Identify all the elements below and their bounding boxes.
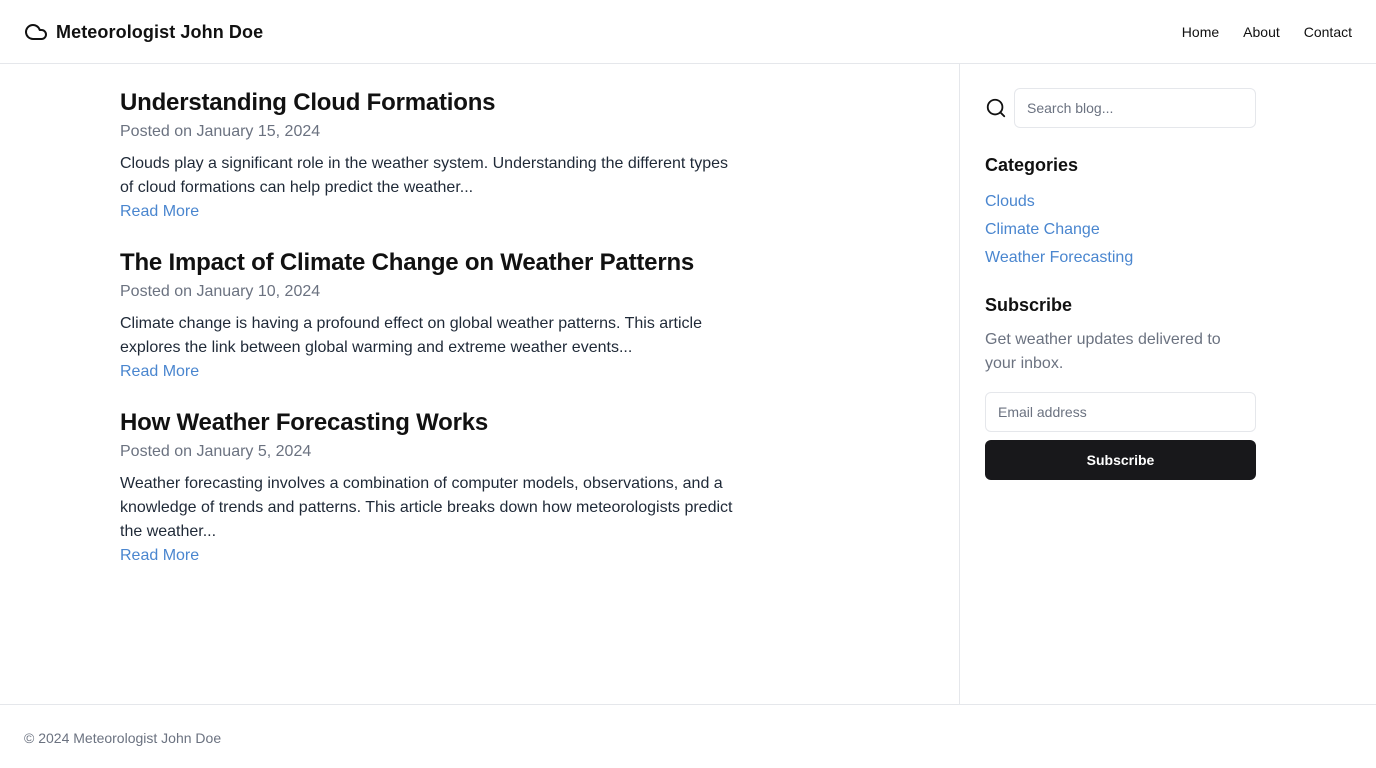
subscribe-button[interactable]: Subscribe (985, 440, 1256, 480)
cloud-icon (24, 20, 48, 44)
read-more-link[interactable]: Read More (120, 360, 740, 384)
blog-post: How Weather Forecasting Works Posted on … (120, 408, 740, 568)
category-link-weather-forecasting[interactable]: Weather Forecasting (985, 244, 1133, 272)
email-field[interactable] (985, 392, 1256, 432)
post-excerpt: Weather forecasting involves a combinati… (120, 475, 733, 540)
read-more-link[interactable]: Read More (120, 200, 740, 224)
search-bar (985, 88, 1256, 128)
brand[interactable]: Meteorologist John Doe (24, 18, 263, 46)
post-title[interactable]: Understanding Cloud Formations (120, 88, 740, 118)
blog-post: Understanding Cloud Formations Posted on… (120, 88, 740, 224)
post-date: Posted on January 5, 2024 (120, 443, 312, 460)
site-footer: © 2024 Meteorologist John Doe (0, 704, 1376, 768)
post-excerpt: Climate change is having a profound effe… (120, 315, 702, 356)
category-list: Clouds Climate Change Weather Forecastin… (985, 188, 1133, 272)
site-title[interactable]: Meteorologist John Doe (56, 22, 263, 43)
nav-about-link[interactable]: About (1243, 22, 1280, 42)
site-header: Meteorologist John Doe Home About Contac… (0, 0, 1376, 64)
nav-home-link[interactable]: Home (1182, 22, 1219, 42)
nav-contact-link[interactable]: Contact (1304, 22, 1352, 42)
blog-post: The Impact of Climate Change on Weather … (120, 248, 740, 384)
post-title[interactable]: The Impact of Climate Change on Weather … (120, 248, 740, 278)
post-date: Posted on January 15, 2024 (120, 123, 321, 140)
post-date: Posted on January 10, 2024 (120, 283, 321, 300)
main-nav: Home About Contact (1158, 22, 1352, 42)
copyright-text: © 2024 Meteorologist John Doe (24, 730, 222, 746)
category-link-clouds[interactable]: Clouds (985, 188, 1133, 216)
read-more-link[interactable]: Read More (120, 544, 740, 568)
post-list: Understanding Cloud Formations Posted on… (0, 64, 960, 704)
post-excerpt: Clouds play a significant role in the we… (120, 155, 729, 196)
category-link-climate-change[interactable]: Climate Change (985, 216, 1133, 244)
categories-heading: Categories (985, 155, 1079, 175)
search-input[interactable] (1014, 88, 1256, 128)
sidebar: Categories Clouds Climate Change Weather… (961, 64, 1376, 704)
subscribe-description: Get weather updates delivered to your in… (985, 331, 1221, 372)
subscribe-heading: Subscribe (985, 295, 1073, 315)
search-icon[interactable] (985, 97, 1007, 119)
post-title[interactable]: How Weather Forecasting Works (120, 408, 740, 438)
